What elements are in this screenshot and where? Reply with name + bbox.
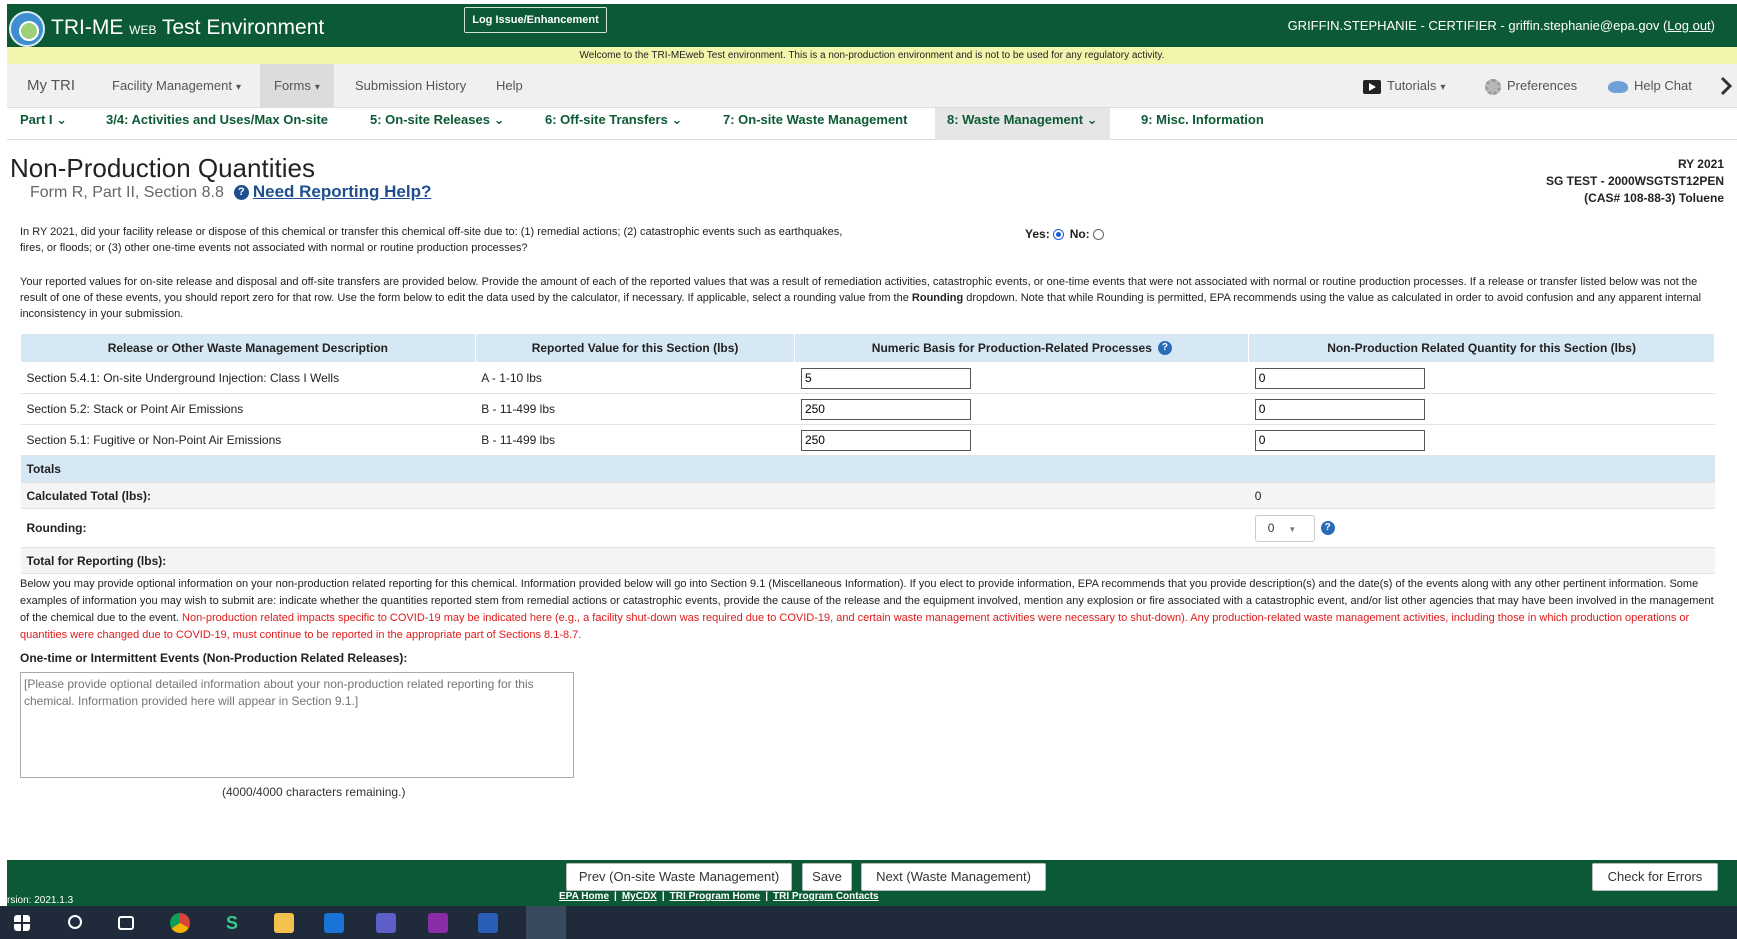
nonproduction-input[interactable] xyxy=(1254,367,1425,389)
calculated-total-value: 0 xyxy=(1248,482,1715,509)
main-nav: My TRI Facility Management ▾ Forms ▾ Submi… xyxy=(7,64,1737,108)
instructions-text: Your reported values for on-site release… xyxy=(20,276,1702,320)
word-icon[interactable] xyxy=(478,913,498,933)
onenote-icon[interactable] xyxy=(428,913,448,933)
nav-help[interactable]: Help xyxy=(496,64,523,108)
events-label: One-time or Intermittent Events (Non-Pro… xyxy=(20,651,408,665)
column-header-nonproduction: Non-Production Related Quantity for this… xyxy=(1248,333,1715,363)
nav-forms[interactable]: Forms ▾ xyxy=(260,64,334,108)
reporting-year: RY 2021 xyxy=(1677,157,1724,171)
table-row: Section 5.4.1: On-site Underground Injec… xyxy=(20,362,1715,394)
basis-input[interactable] xyxy=(800,367,971,389)
nav-preferences[interactable]: Preferences xyxy=(1485,64,1577,108)
chat-icon xyxy=(1608,80,1628,93)
tab-waste-management[interactable]: 8: Waste Management ⌄ xyxy=(935,108,1110,140)
outlook-icon[interactable] xyxy=(324,913,344,933)
total-for-reporting-row: Total for Reporting (lbs): xyxy=(20,547,1715,574)
footer-bar: Prev (On-site Waste Management) Save Nex… xyxy=(7,860,1737,906)
column-header-reported: Reported Value for this Section (lbs) xyxy=(474,333,796,363)
version-text: rsion: 2021.1.3 xyxy=(7,895,74,906)
tab-part-i[interactable]: Part I ⌄ xyxy=(20,108,67,140)
totals-row: Totals xyxy=(20,455,1715,483)
nav-help-chat[interactable]: Help Chat xyxy=(1608,64,1692,108)
nav-tutorials[interactable]: Tutorials ▾ xyxy=(1363,64,1445,108)
form-section-nav: Part I ⌄ 3/4: Activities and Uses/Max On… xyxy=(7,108,1737,140)
help-icon[interactable]: ? xyxy=(1320,521,1335,535)
log-issue-button[interactable]: Log Issue/Enhancement xyxy=(464,7,607,33)
footer-links: EPA Home | MyCDX | TRI Program Home | TRI Prog… xyxy=(559,891,879,902)
user-info: GRIFFIN.STEPHANIE - CERTIFIER - griffin.… xyxy=(1287,18,1715,33)
page-subtitle: Form R, Part II, Section 8.8? Need Report… xyxy=(30,182,432,201)
epa-home-link[interactable]: EPA Home xyxy=(559,891,609,902)
rounding-row: Rounding: 0 ▼? xyxy=(20,508,1715,548)
table-row: Section 5.2: Stack or Point Air Emission… xyxy=(20,393,1715,425)
logout-link[interactable]: Log out xyxy=(1667,18,1710,33)
chevron-down-icon: ▼ xyxy=(1288,524,1297,534)
nonproduction-input[interactable] xyxy=(1254,429,1425,451)
task-view-icon[interactable] xyxy=(118,916,134,930)
chevron-down-icon: ⌄ xyxy=(52,112,68,127)
chrome-icon[interactable] xyxy=(170,913,190,933)
characters-remaining: (4000/4000 characters remaining.) xyxy=(222,785,406,799)
caret-down-icon: ▾ xyxy=(314,82,320,93)
active-app-icon[interactable] xyxy=(526,906,566,939)
page-title: Non-Production Quantities xyxy=(10,153,315,183)
tri-program-contacts-link[interactable]: TRI Program Contacts xyxy=(773,891,879,902)
tab-onsite-waste-management[interactable]: 7: On-site Waste Management xyxy=(723,108,907,140)
windows-start-icon[interactable] xyxy=(14,915,30,931)
help-icon: ? xyxy=(233,185,249,201)
calculated-total-row: Calculated Total (lbs): 0 xyxy=(20,482,1715,509)
citrix-icon[interactable]: S xyxy=(222,913,242,933)
top-header: TRI-ME WEB Test Environment Log Issue/En… xyxy=(7,4,1737,47)
covid-note: Non-production related impacts specific … xyxy=(20,612,1690,641)
chevron-down-icon: ⌄ xyxy=(1083,112,1098,127)
caret-down-icon: ▾ xyxy=(235,82,241,93)
column-header-basis: Numeric Basis for Production-Related Pro… xyxy=(794,333,1250,363)
nav-submission-history[interactable]: Submission History xyxy=(355,64,466,108)
basis-input[interactable] xyxy=(800,429,971,451)
yes-radio[interactable] xyxy=(1052,229,1064,241)
events-textarea[interactable] xyxy=(20,672,574,778)
table-row: Section 5.1: Fugitive or Non-Point Air E… xyxy=(20,424,1715,456)
tab-onsite-releases[interactable]: 5: On-site Releases ⌄ xyxy=(370,108,504,140)
tri-program-home-link[interactable]: TRI Program Home xyxy=(670,891,761,902)
column-header-description: Release or Other Waste Management Descri… xyxy=(20,333,476,363)
tab-activities-uses[interactable]: 3/4: Activities and Uses/Max On-site xyxy=(106,108,328,140)
yes-no-group: Yes: No: xyxy=(1025,227,1110,241)
file-explorer-icon[interactable] xyxy=(274,913,294,933)
mycdx-link[interactable]: MyCDX xyxy=(622,891,657,902)
rounding-dropdown[interactable]: 0 ▼ xyxy=(1254,514,1315,542)
app-title: TRI-ME WEB Test Environment xyxy=(51,16,325,39)
save-button[interactable]: Save xyxy=(802,863,852,891)
optional-info-text: Below you may provide optional informati… xyxy=(20,578,1714,641)
submission-meta: RY 2021 SG TEST - 2000WSGTST12PEN (CAS# … xyxy=(1546,156,1724,207)
nav-my-tri[interactable]: My TRI xyxy=(27,64,75,108)
next-button[interactable]: Next (Waste Management) xyxy=(861,863,1046,891)
chevron-down-icon: ⌄ xyxy=(489,112,505,127)
tab-offsite-transfers[interactable]: 6: Off-site Transfers ⌄ xyxy=(545,108,682,140)
no-radio[interactable] xyxy=(1092,229,1104,241)
basis-input[interactable] xyxy=(800,398,971,420)
facility-name: SG TEST - 2000WSGTST12PEN xyxy=(1545,174,1724,188)
video-play-icon xyxy=(1363,79,1381,94)
chevron-down-icon: ⌄ xyxy=(667,112,683,127)
epa-logo-icon xyxy=(9,11,45,47)
tab-misc-information[interactable]: 9: Misc. Information xyxy=(1141,108,1264,140)
windows-taskbar: S xyxy=(0,906,1737,939)
nonproduction-input[interactable] xyxy=(1254,398,1425,420)
nav-facility-management[interactable]: Facility Management ▾ xyxy=(112,64,241,108)
nonproduction-table: Release or Other Waste Management Descri… xyxy=(20,333,1715,574)
help-icon[interactable]: ? xyxy=(1157,341,1172,356)
nonproduction-question: In RY 2021, did your facility release or… xyxy=(20,226,843,254)
teams-icon[interactable] xyxy=(376,913,396,933)
scroll-right-icon[interactable] xyxy=(1719,76,1733,96)
check-errors-button[interactable]: Check for Errors xyxy=(1592,863,1718,891)
chemical-name: (CAS# 108-88-3) Toluene xyxy=(1584,191,1724,205)
gear-icon xyxy=(1485,78,1501,95)
prev-button[interactable]: Prev (On-site Waste Management) xyxy=(566,863,792,891)
search-icon[interactable] xyxy=(68,915,82,929)
welcome-banner: Welcome to the TRI-MEweb Test environmen… xyxy=(7,47,1737,64)
reporting-help-link[interactable]: Need Reporting Help? xyxy=(253,182,432,201)
caret-down-icon: ▾ xyxy=(1440,82,1446,93)
